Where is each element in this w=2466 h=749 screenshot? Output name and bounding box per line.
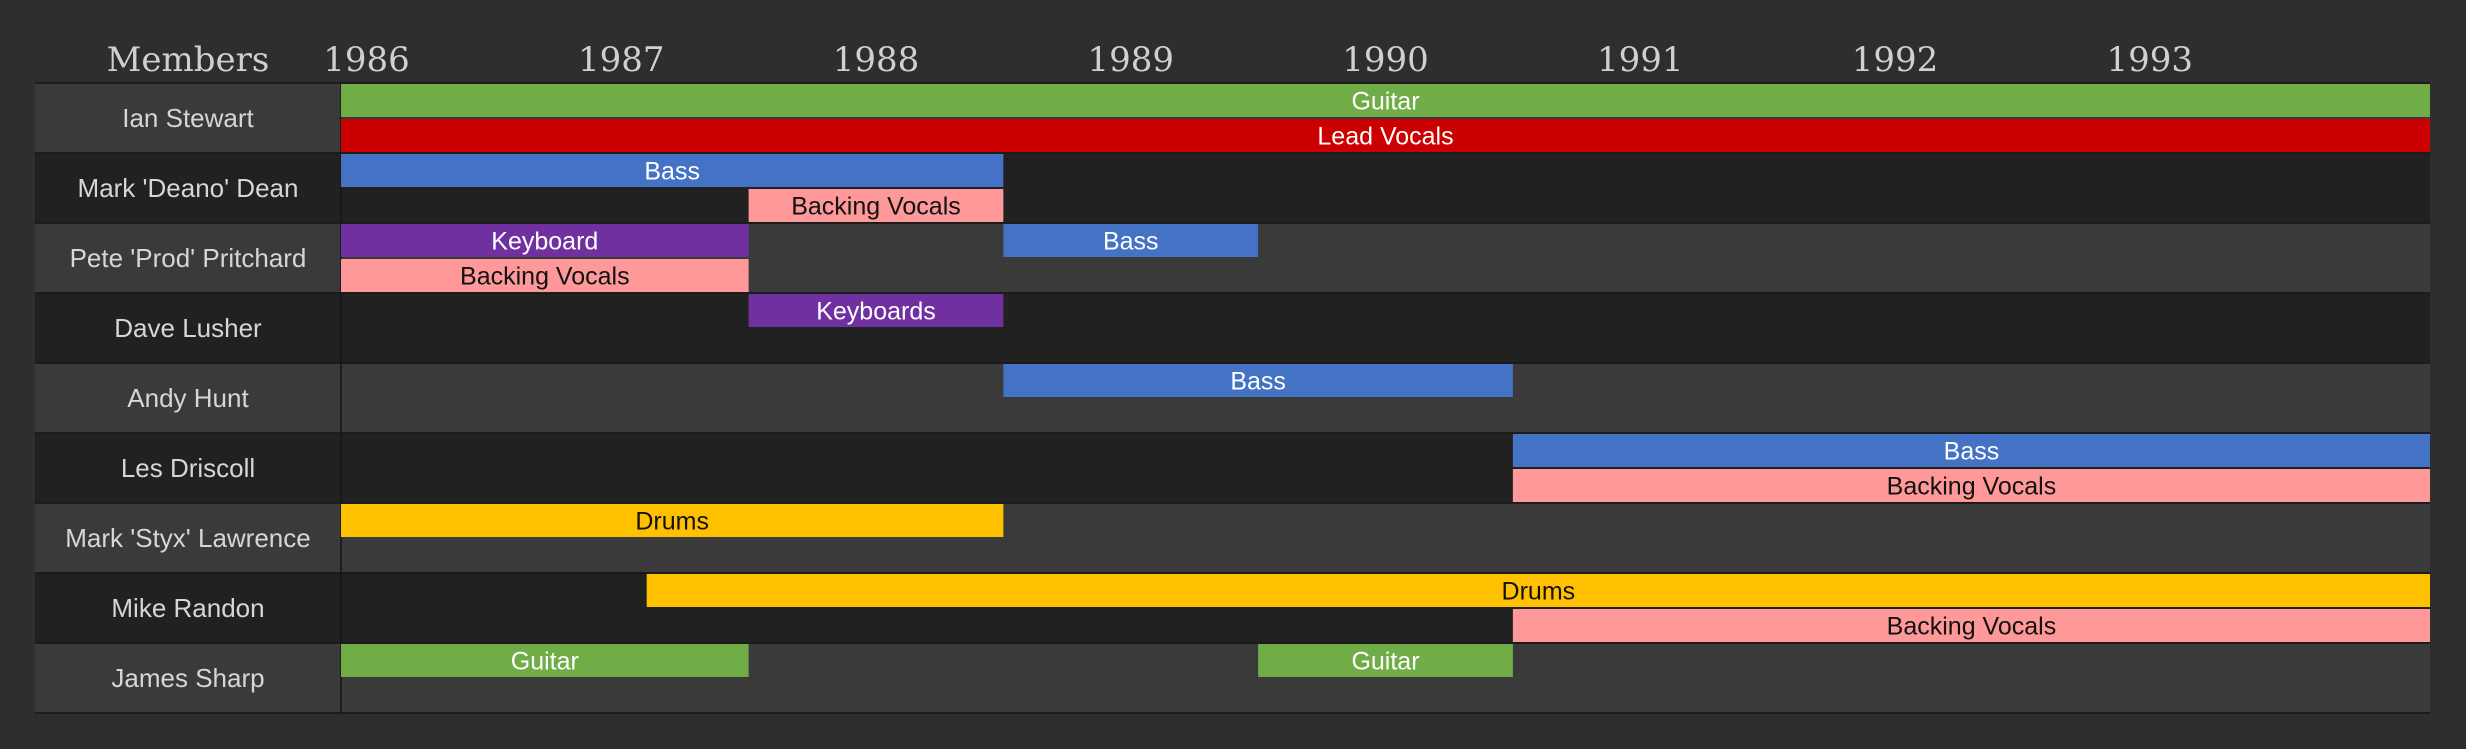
role-bar: Backing Vocals — [1512, 609, 2430, 642]
member-label: Les Driscoll — [121, 453, 255, 483]
role-bar: Keyboard — [341, 224, 749, 257]
role-bar-label: Lead Vocals — [1317, 123, 1453, 151]
role-bar-label: Backing Vocals — [1887, 473, 2057, 501]
year-tick-label: 1987 — [578, 40, 665, 80]
role-bar-label: Guitar — [1351, 88, 1419, 116]
role-bar-label: Backing Vocals — [791, 193, 961, 221]
row-background — [35, 293, 2430, 363]
role-bar: Backing Vocals — [748, 189, 1004, 222]
role-bar: Backing Vocals — [1512, 469, 2430, 502]
band-members-timeline-chart: Members 1986 1987 1988 1989 1990 1991 1992 1993… — [0, 0, 2466, 749]
role-bar-label: Bass — [1103, 228, 1159, 256]
year-tick-label: 1989 — [1087, 40, 1174, 80]
role-bar: Guitar — [341, 644, 749, 677]
year-tick-label: 1991 — [1597, 40, 1684, 80]
role-bar-label: Backing Vocals — [1887, 613, 2057, 641]
role-bar-label: Bass — [644, 158, 700, 186]
year-tick-label: 1993 — [2107, 40, 2194, 80]
role-bar-label: Keyboards — [816, 298, 936, 326]
member-label: Mark 'Deano' Dean — [78, 173, 299, 203]
role-bar-label: Drums — [635, 508, 709, 536]
role-bar: Bass — [1003, 364, 1513, 397]
role-bar: Guitar — [341, 84, 2430, 117]
member-label: James Sharp — [111, 663, 264, 693]
role-bar: Bass — [341, 154, 1004, 187]
role-bar: Lead Vocals — [341, 119, 2430, 152]
member-label: Ian Stewart — [122, 103, 254, 133]
role-bar-label: Guitar — [511, 648, 579, 676]
role-bar: Bass — [1512, 434, 2430, 467]
year-tick-label: 1986 — [323, 40, 410, 80]
member-label: Mike Randon — [111, 593, 264, 623]
role-bar-label: Keyboard — [491, 228, 598, 256]
role-bar: Backing Vocals — [341, 259, 749, 292]
members-header-label: Members — [107, 40, 270, 80]
role-bar: Keyboards — [748, 294, 1004, 327]
role-bar-label: Bass — [1230, 368, 1286, 396]
role-bar: Drums — [646, 574, 2431, 607]
role-bar-label: Drums — [1502, 578, 1576, 606]
role-bar-label: Backing Vocals — [460, 263, 630, 291]
year-tick-label: 1992 — [1852, 40, 1939, 80]
role-bar: Drums — [341, 504, 1004, 537]
year-tick-label: 1988 — [833, 40, 920, 80]
member-label: Mark 'Styx' Lawrence — [65, 523, 310, 553]
role-bar-label: Bass — [1944, 438, 2000, 466]
role-bar-label: Guitar — [1351, 648, 1419, 676]
member-label: Andy Hunt — [127, 383, 249, 413]
year-tick-label: 1990 — [1342, 40, 1429, 80]
member-label: Dave Lusher — [114, 313, 262, 343]
role-bar: Bass — [1003, 224, 1259, 257]
role-bar: Guitar — [1258, 644, 1513, 677]
member-label: Pete 'Prod' Pritchard — [70, 243, 307, 273]
